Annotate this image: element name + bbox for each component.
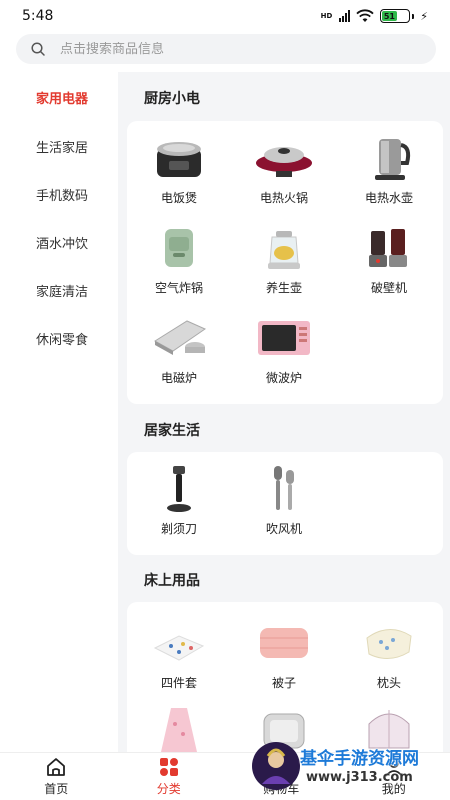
product-item[interactable]: 微波炉 xyxy=(234,313,334,386)
product-item[interactable]: 被子 xyxy=(234,618,334,691)
search-icon xyxy=(31,42,45,56)
section-card-kitchen: 电饭煲 电热火锅 电热水壶 空气炸锅 养生壶 破壁机 电磁炉 微波炉 xyxy=(127,121,443,404)
pillow-icon xyxy=(366,629,412,659)
product-item[interactable]: 电热水壶 xyxy=(339,133,439,206)
wifi-icon xyxy=(356,9,374,22)
product-label: 四件套 xyxy=(160,676,197,690)
product-label: 空气炸锅 xyxy=(154,281,203,295)
watermark-url: www.j313.com xyxy=(306,770,413,785)
hair-dryer-icon xyxy=(274,466,294,510)
product-item[interactable] xyxy=(129,704,229,752)
microwave-icon xyxy=(258,321,310,355)
status-time: 5:48 xyxy=(22,8,54,24)
tab-home[interactable]: 首页 xyxy=(0,753,113,800)
product-label: 电磁炉 xyxy=(160,371,197,385)
product-label: 微波炉 xyxy=(265,371,302,385)
search-input[interactable] xyxy=(60,41,400,57)
sidebar-item-drinks[interactable]: 酒水冲饮 xyxy=(0,218,118,266)
sidebar-item-appliances[interactable]: 家用电器 xyxy=(0,72,118,122)
search-bar[interactable] xyxy=(16,34,436,64)
home-icon xyxy=(47,758,66,776)
watermark: 基伞手游资源网 www.j313.com xyxy=(250,738,446,794)
category-content: 厨房小电 电饭煲 电热火锅 电热水壶 空气炸锅 养生壶 破壁机 电磁炉 微波炉 … xyxy=(118,72,450,752)
section-title-bedding: 床上用品 xyxy=(144,573,200,589)
product-item[interactable]: 四件套 xyxy=(129,618,229,691)
tab-label: 首页 xyxy=(44,782,69,796)
signal-icon xyxy=(339,10,351,22)
product-item[interactable]: 电饭煲 xyxy=(129,133,229,206)
status-icons: HD 51 ⚡ xyxy=(321,9,428,23)
product-label: 电热火锅 xyxy=(259,191,308,205)
network-type: HD xyxy=(320,11,333,20)
sidebar-item-snacks[interactable]: 休闲零食 xyxy=(0,314,118,362)
battery-level: 51 xyxy=(382,11,397,21)
tab-label: 分类 xyxy=(156,782,181,796)
bedding-set-icon xyxy=(153,635,205,661)
charging-icon: ⚡ xyxy=(420,9,428,23)
health-pot-icon xyxy=(268,231,300,269)
product-item[interactable]: 剃须刀 xyxy=(129,464,229,537)
induction-cooker-icon xyxy=(154,320,207,355)
watermark-logo-icon xyxy=(252,742,300,790)
quilt-icon xyxy=(260,628,308,658)
section-card-home-living: 剃须刀 吹风机 xyxy=(127,452,443,555)
product-item[interactable]: 养生壶 xyxy=(234,223,334,296)
razor-icon xyxy=(167,466,191,512)
sidebar-item-home-living[interactable]: 生活家居 xyxy=(0,122,118,170)
category-sidebar: 家用电器 生活家居 手机数码 酒水冲饮 家庭清洁 休闲零食 xyxy=(0,72,118,752)
product-item[interactable]: 电热火锅 xyxy=(234,133,334,206)
section-title-home-living: 居家生活 xyxy=(144,423,200,439)
category-icon xyxy=(159,758,178,776)
tab-category[interactable]: 分类 xyxy=(113,753,226,800)
sidebar-item-digital[interactable]: 手机数码 xyxy=(0,170,118,218)
dress-icon xyxy=(161,708,197,752)
kettle-icon xyxy=(375,139,411,180)
watermark-title: 基伞手游资源网 xyxy=(300,749,419,769)
product-item[interactable]: 枕头 xyxy=(339,618,439,691)
product-label: 吹风机 xyxy=(265,522,302,536)
product-label: 枕头 xyxy=(376,676,401,690)
product-item[interactable]: 电磁炉 xyxy=(129,313,229,386)
product-item[interactable]: 吹风机 xyxy=(234,464,334,537)
product-label: 剃须刀 xyxy=(160,522,197,536)
product-item[interactable]: 空气炸锅 xyxy=(129,223,229,296)
section-title-kitchen: 厨房小电 xyxy=(144,91,200,107)
section-card-bedding: 四件套 被子 枕头 xyxy=(127,602,443,752)
air-fryer-icon xyxy=(165,229,193,267)
battery-cap xyxy=(412,13,415,19)
blender-icon xyxy=(369,229,407,267)
hotpot-icon xyxy=(256,147,312,177)
product-label: 被子 xyxy=(271,676,296,690)
product-label: 破壁机 xyxy=(370,281,407,295)
battery-icon: 51 xyxy=(380,9,411,23)
sidebar-item-cleaning[interactable]: 家庭清洁 xyxy=(0,266,118,314)
rice-cooker-icon xyxy=(157,142,201,177)
status-bar: 5:48 HD 51 ⚡ xyxy=(0,0,450,32)
product-label: 养生壶 xyxy=(265,281,302,295)
product-label: 电热水壶 xyxy=(364,191,413,205)
product-item[interactable]: 破壁机 xyxy=(339,223,439,296)
product-label: 电饭煲 xyxy=(160,191,197,205)
